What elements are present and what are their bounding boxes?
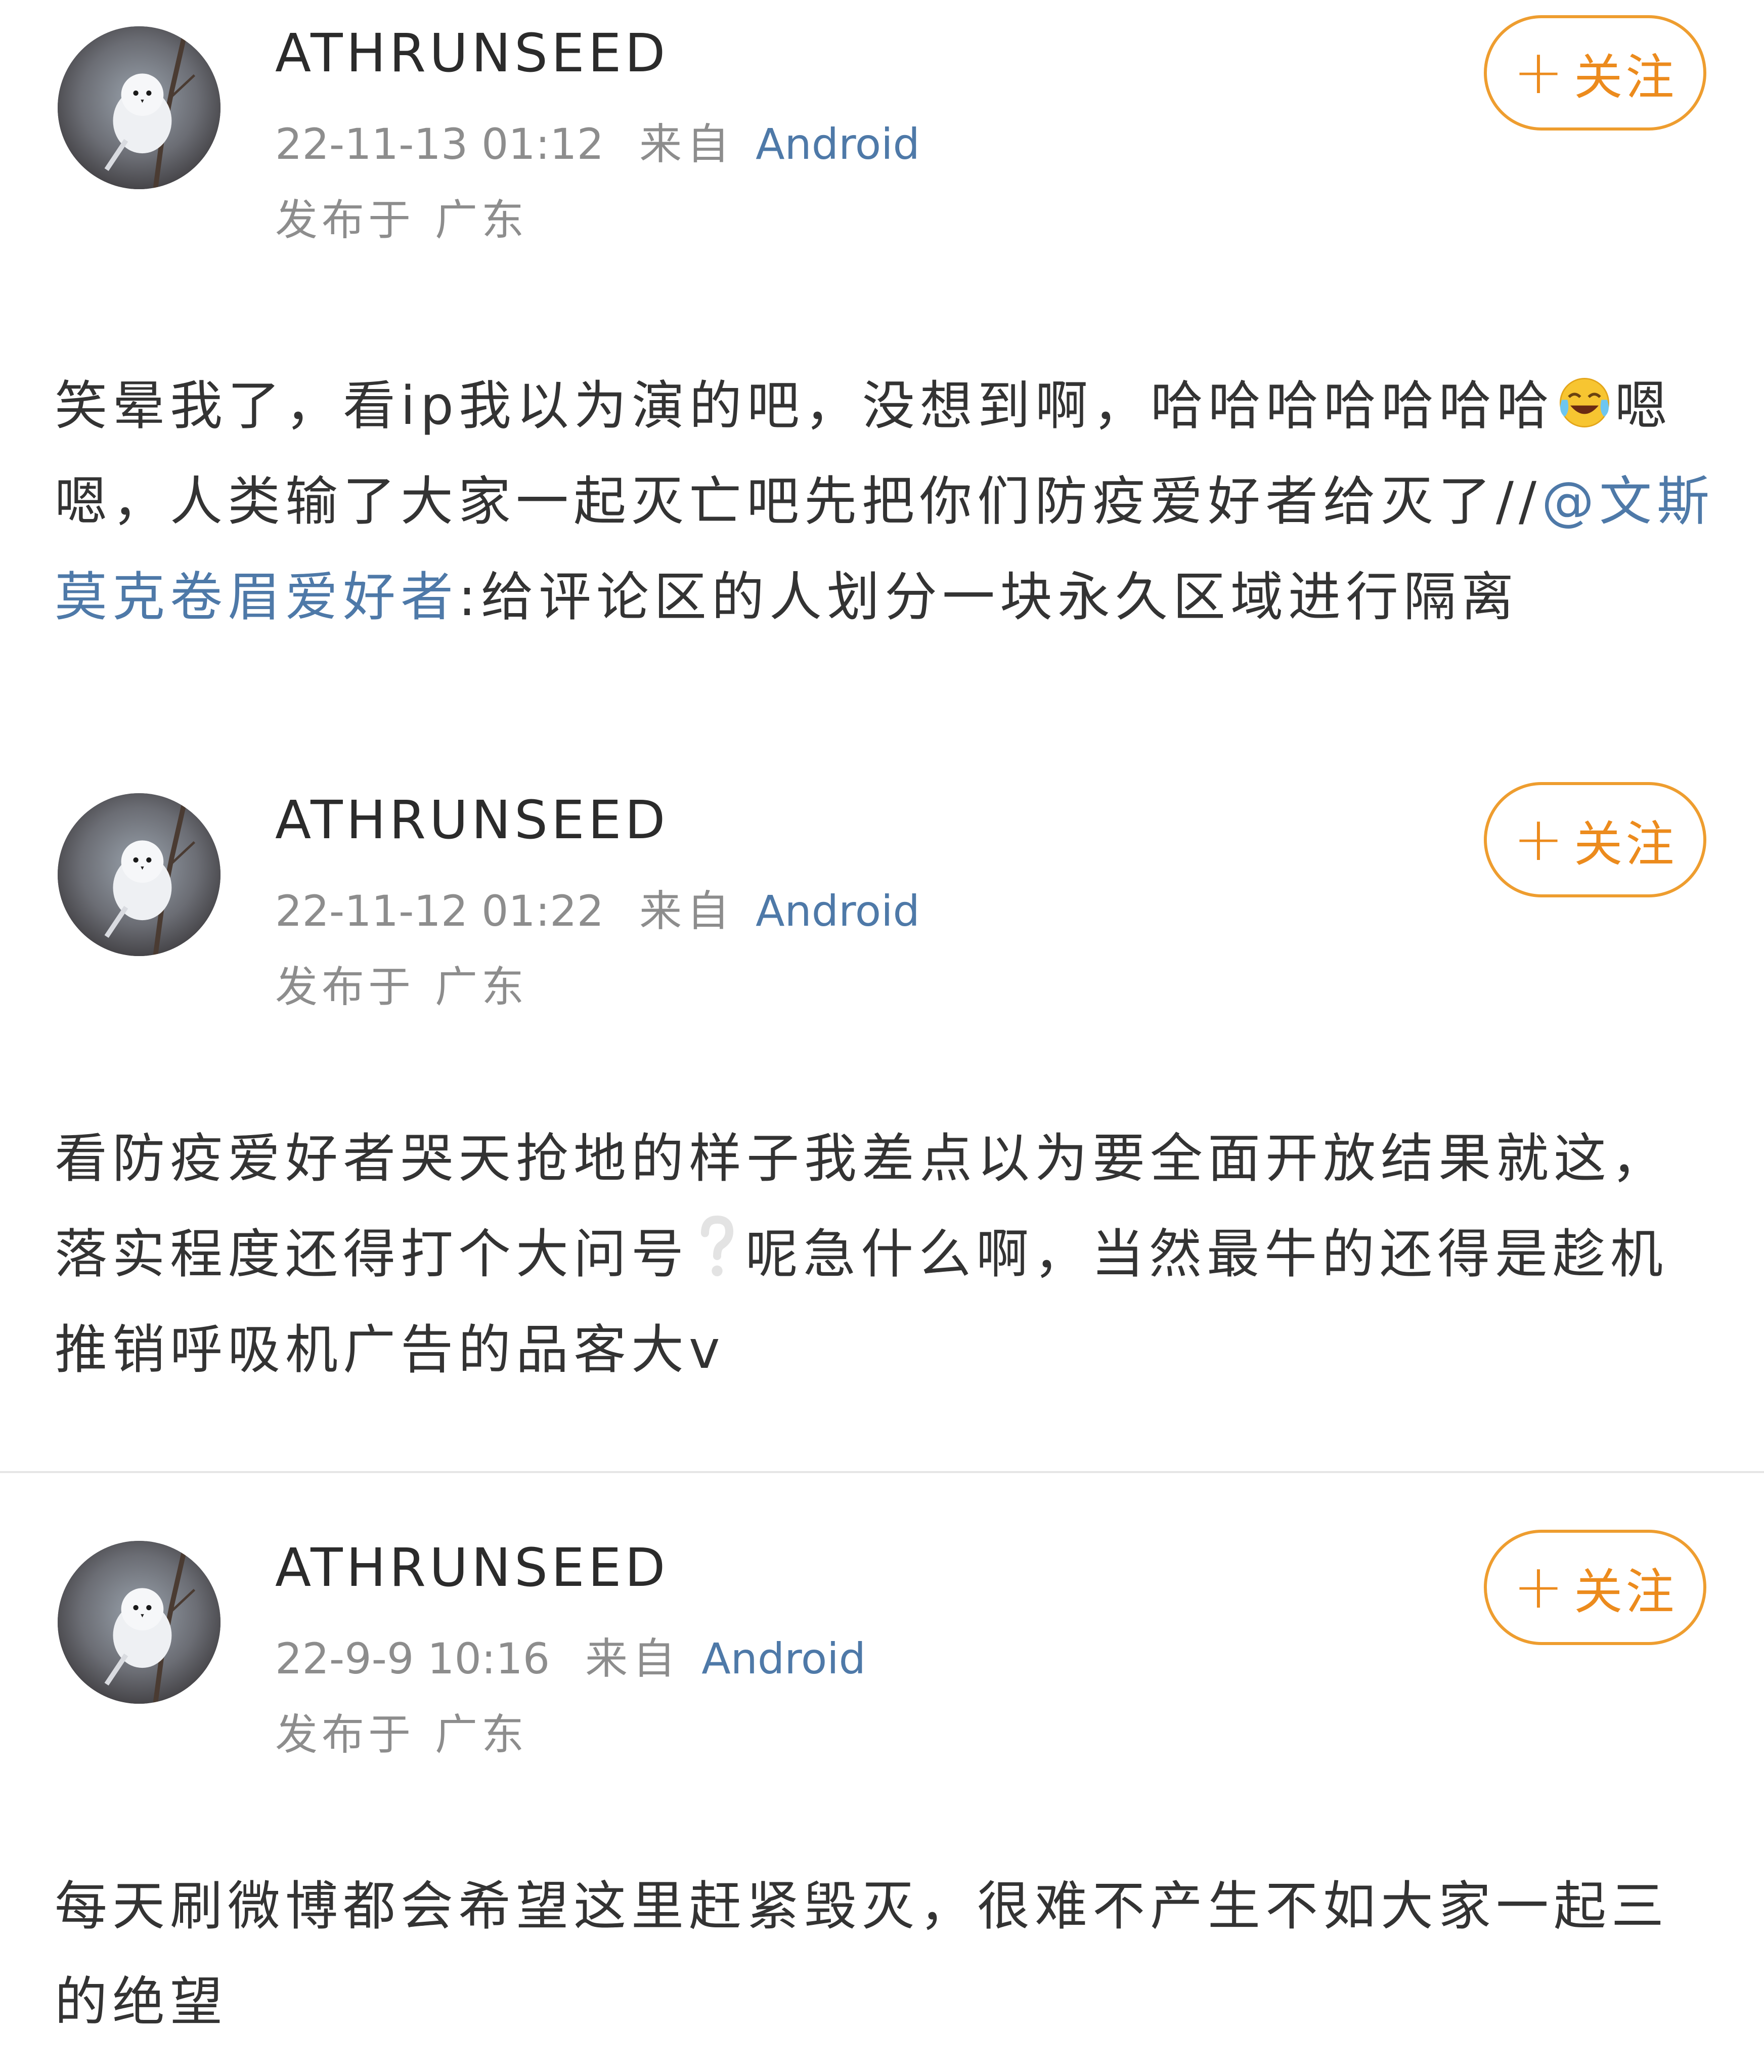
post-item: ATHRUNSEED 22-9-9 10:16 来自 Android 发布于 广东 +… bbox=[0, 1515, 1764, 2072]
plus-icon: + bbox=[1513, 804, 1567, 875]
username[interactable]: ATHRUNSEED bbox=[275, 20, 669, 86]
bird-avatar-image bbox=[58, 793, 221, 956]
bird-avatar-image bbox=[58, 26, 221, 189]
cry-laugh-emoji-icon bbox=[1559, 378, 1609, 427]
question-mark-emoji-icon bbox=[701, 1215, 734, 1276]
post-location: 发布于 广东 bbox=[275, 1707, 528, 1762]
follow-button[interactable]: + 关注 bbox=[1484, 1530, 1706, 1645]
post-time: 22-11-13 01:12 bbox=[275, 119, 604, 169]
plus-icon: + bbox=[1513, 1552, 1567, 1622]
follow-label: 关注 bbox=[1574, 49, 1678, 106]
bird-avatar-image bbox=[58, 1541, 221, 1704]
username[interactable]: ATHRUNSEED bbox=[275, 787, 669, 853]
follow-button[interactable]: + 关注 bbox=[1484, 15, 1706, 131]
avatar[interactable] bbox=[58, 26, 221, 189]
post-item: ATHRUNSEED 22-11-12 01:22 来自 Android 发布于 广东… bbox=[0, 767, 1764, 1471]
follow-label: 关注 bbox=[1574, 1563, 1678, 1620]
location-value: 广东 bbox=[435, 195, 528, 245]
location-label: 发布于 bbox=[275, 1710, 415, 1759]
source-link[interactable]: Android bbox=[756, 886, 920, 936]
post-location: 发布于 广东 bbox=[275, 959, 528, 1015]
content-text: 每天刷微博都会希望这里赶紧毁灭，很难不产生不如大家一起三的绝望 bbox=[55, 1875, 1669, 2033]
post-time: 22-9-9 10:16 bbox=[275, 1634, 550, 1684]
post-meta: 22-9-9 10:16 来自 Android bbox=[275, 1631, 866, 1687]
post-content: 看防疫爱好者哭天抢地的样子我差点以为要全面开放结果就这，落实程度还得打个大问号 … bbox=[55, 1111, 1724, 1398]
source-prefix: 来自 bbox=[639, 886, 735, 936]
location-value: 广东 bbox=[435, 962, 528, 1012]
post-location: 发布于 广东 bbox=[275, 192, 528, 248]
post-meta: 22-11-13 01:12 来自 Android bbox=[275, 116, 920, 172]
avatar[interactable] bbox=[58, 1541, 221, 1704]
location-label: 发布于 bbox=[275, 962, 415, 1012]
post-content: 每天刷微博都会希望这里赶紧毁灭，很难不产生不如大家一起三的绝望 bbox=[55, 1859, 1724, 2050]
content-text: 笑晕我了，看ip我以为演的吧，没想到啊，哈哈哈哈哈哈哈 bbox=[55, 375, 1554, 437]
source-link[interactable]: Android bbox=[701, 1634, 866, 1684]
post-time: 22-11-12 01:22 bbox=[275, 886, 604, 936]
follow-button[interactable]: + 关注 bbox=[1484, 782, 1706, 897]
avatar[interactable] bbox=[58, 793, 221, 956]
plus-icon: + bbox=[1513, 37, 1567, 108]
follow-label: 关注 bbox=[1574, 815, 1678, 873]
username[interactable]: ATHRUNSEED bbox=[275, 1535, 669, 1601]
location-label: 发布于 bbox=[275, 195, 415, 245]
post-meta: 22-11-12 01:22 来自 Android bbox=[275, 883, 920, 939]
source-prefix: 来自 bbox=[639, 119, 735, 169]
post-content: 笑晕我了，看ip我以为演的吧，没想到啊，哈哈哈哈哈哈哈 嗯嗯，人类输了大家一起灭… bbox=[55, 358, 1724, 645]
source-prefix: 来自 bbox=[585, 1634, 681, 1684]
location-value: 广东 bbox=[435, 1710, 528, 1759]
source-link[interactable]: Android bbox=[756, 119, 920, 169]
section-divider bbox=[0, 1471, 1764, 1473]
post-item: ATHRUNSEED 22-11-13 01:12 来自 Android 发布于 广东… bbox=[0, 0, 1764, 739]
content-text: :给评论区的人划分一块永久区域进行隔离 bbox=[458, 566, 1519, 628]
